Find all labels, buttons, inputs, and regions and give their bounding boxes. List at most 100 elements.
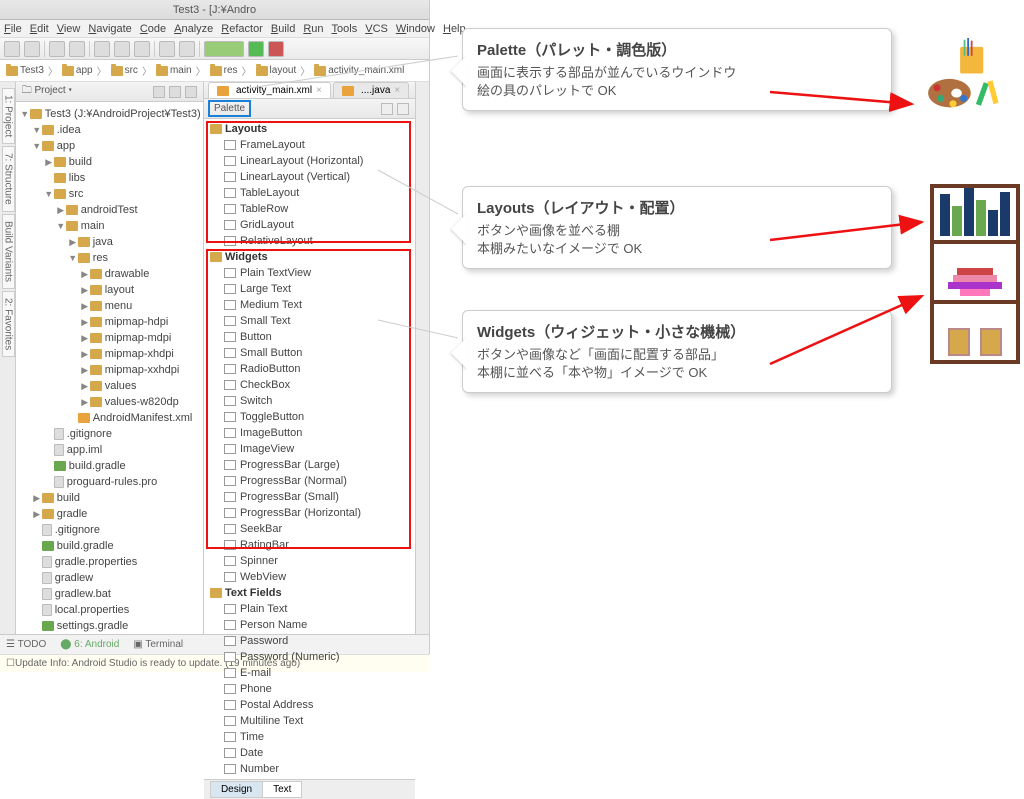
hide-icon[interactable]: [185, 86, 197, 98]
menu-vcs[interactable]: VCS: [365, 23, 388, 35]
menu-view[interactable]: View: [57, 23, 81, 35]
tab-design[interactable]: Design: [210, 781, 263, 798]
palette-item[interactable]: LinearLayout (Horizontal): [206, 153, 413, 169]
menu-code[interactable]: Code: [140, 23, 166, 35]
project-tree[interactable]: ▼Test3 (J:¥AndroidProject¥Test3) ▼.idea ▼…: [16, 102, 203, 634]
breadcrumb[interactable]: Test3〉 app〉 src〉 main〉 res〉 layout〉 acti…: [0, 60, 429, 82]
tree-item[interactable]: .gitignore: [16, 522, 203, 538]
palette-item[interactable]: Multiline Text: [206, 713, 413, 729]
run-config-dropdown[interactable]: [204, 41, 244, 57]
tree-item[interactable]: ▶build: [16, 154, 203, 170]
avd-icon[interactable]: [179, 41, 195, 57]
tree-item[interactable]: proguard-rules.pro: [16, 474, 203, 490]
tree-item[interactable]: gradlew.bat: [16, 586, 203, 602]
sidetab[interactable]: 2: Favorites: [2, 291, 15, 357]
tree-item[interactable]: ▶mipmap-xhdpi: [16, 346, 203, 362]
tree-item[interactable]: build.gradle: [16, 458, 203, 474]
tree-item[interactable]: ▶menu: [16, 298, 203, 314]
sidetab[interactable]: 1: Project: [2, 88, 15, 144]
status-android[interactable]: 6: Android: [74, 639, 119, 650]
palette-item[interactable]: RatingBar: [206, 537, 413, 553]
editor-tab[interactable]: activity_main.xml×: [208, 82, 331, 98]
palette-item[interactable]: ProgressBar (Small): [206, 489, 413, 505]
menu-file[interactable]: File: [4, 23, 22, 35]
tree-item[interactable]: settings.gradle: [16, 618, 203, 634]
editor-tab[interactable]: ....java×: [333, 82, 409, 98]
tree-item[interactable]: ▶mipmap-mdpi: [16, 330, 203, 346]
tree-item[interactable]: ▼.idea: [16, 122, 203, 138]
tree-root[interactable]: ▼Test3 (J:¥AndroidProject¥Test3): [16, 106, 203, 122]
sidetab[interactable]: 7: Structure: [2, 146, 15, 212]
tree-item[interactable]: ▶mipmap-hdpi: [16, 314, 203, 330]
menu-run[interactable]: Run: [303, 23, 323, 35]
redo-icon[interactable]: [69, 41, 85, 57]
menu-edit[interactable]: Edit: [30, 23, 49, 35]
tree-item[interactable]: ▶java: [16, 234, 203, 250]
palette-item[interactable]: WebView: [206, 569, 413, 585]
tree-item[interactable]: ▶build: [16, 490, 203, 506]
palette-item[interactable]: Plain TextView: [206, 265, 413, 281]
palette-item[interactable]: Small Text: [206, 313, 413, 329]
menu-refactor[interactable]: Refactor: [221, 23, 263, 35]
breadcrumb-item[interactable]: Test3: [6, 65, 44, 76]
breadcrumb-item[interactable]: res: [210, 65, 238, 76]
palette-item[interactable]: GridLayout: [206, 217, 413, 233]
tree-item[interactable]: local.properties: [16, 602, 203, 618]
toolbar[interactable]: [0, 38, 429, 60]
palette-item[interactable]: Postal Address: [206, 697, 413, 713]
tree-item[interactable]: app.iml: [16, 442, 203, 458]
tree-item[interactable]: ▶layout: [16, 282, 203, 298]
menu-analyze[interactable]: Analyze: [174, 23, 213, 35]
tree-item[interactable]: ▶values-w820dp: [16, 394, 203, 410]
menu-bar[interactable]: File Edit View Navigate Code Analyze Refactor B…: [0, 20, 429, 38]
palette-item[interactable]: ProgressBar (Large): [206, 457, 413, 473]
menu-build[interactable]: Build: [271, 23, 295, 35]
status-todo[interactable]: TODO: [18, 639, 47, 650]
palette-group-layouts[interactable]: Layouts: [206, 121, 413, 137]
tree-item[interactable]: build.gradle: [16, 538, 203, 554]
palette-item[interactable]: CheckBox: [206, 377, 413, 393]
palette-item[interactable]: Button: [206, 329, 413, 345]
copy-icon[interactable]: [114, 41, 130, 57]
palette-item[interactable]: Password: [206, 633, 413, 649]
palette-item[interactable]: Switch: [206, 393, 413, 409]
palette-item[interactable]: RadioButton: [206, 361, 413, 377]
palette-item[interactable]: E-mail: [206, 665, 413, 681]
tree-item[interactable]: AndroidManifest.xml: [16, 410, 203, 426]
status-terminal[interactable]: Terminal: [145, 639, 183, 650]
palette-gear-icon[interactable]: [381, 103, 393, 115]
palette-item[interactable]: RelativeLayout: [206, 233, 413, 249]
close-icon[interactable]: ×: [394, 85, 400, 96]
palette-item[interactable]: ImageButton: [206, 425, 413, 441]
palette-item[interactable]: Date: [206, 745, 413, 761]
palette-item[interactable]: Time: [206, 729, 413, 745]
sidetab[interactable]: Build Variants: [2, 214, 15, 289]
breadcrumb-item[interactable]: src: [111, 65, 138, 76]
design-text-tabs[interactable]: Design Text: [204, 779, 415, 799]
tree-item[interactable]: gradle.properties: [16, 554, 203, 570]
breadcrumb-item[interactable]: main: [156, 65, 192, 76]
palette-item[interactable]: Plain Text: [206, 601, 413, 617]
tree-item[interactable]: ▶mipmap-xxhdpi: [16, 362, 203, 378]
menu-navigate[interactable]: Navigate: [88, 23, 131, 35]
palette-item[interactable]: FrameLayout: [206, 137, 413, 153]
palette-item[interactable]: Medium Text: [206, 297, 413, 313]
palette-group-widgets[interactable]: Widgets: [206, 249, 413, 265]
palette-item[interactable]: ImageView: [206, 441, 413, 457]
palette-item[interactable]: LinearLayout (Vertical): [206, 169, 413, 185]
tree-item[interactable]: .gitignore: [16, 426, 203, 442]
palette-item[interactable]: Password (Numeric): [206, 649, 413, 665]
palette-item[interactable]: Small Button: [206, 345, 413, 361]
run-button[interactable]: [248, 41, 264, 57]
collapse-icon[interactable]: [153, 86, 165, 98]
tree-item[interactable]: ▶values: [16, 378, 203, 394]
breadcrumb-item[interactable]: layout: [256, 65, 297, 76]
palette-item[interactable]: Phone: [206, 681, 413, 697]
save-icon[interactable]: [24, 41, 40, 57]
tree-item[interactable]: gradlew: [16, 570, 203, 586]
palette-item[interactable]: ProgressBar (Horizontal): [206, 505, 413, 521]
tree-item[interactable]: ▼res: [16, 250, 203, 266]
palette-item[interactable]: SeekBar: [206, 521, 413, 537]
right-gutter[interactable]: [415, 82, 429, 634]
tree-item[interactable]: ▶androidTest: [16, 202, 203, 218]
